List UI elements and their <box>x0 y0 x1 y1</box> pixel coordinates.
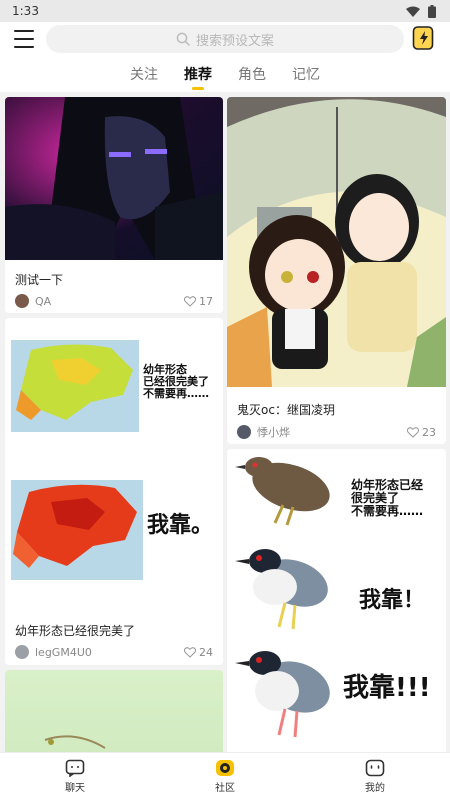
avatar[interactable] <box>237 425 251 439</box>
post-card[interactable]: 测试一下 QA 17 <box>5 97 223 313</box>
post-meta: 悸小烨 23 <box>237 424 436 440</box>
avatar[interactable] <box>15 645 29 659</box>
search-bar[interactable]: 搜索预设文案 <box>46 25 404 53</box>
nav-label: 聊天 <box>65 783 85 794</box>
search-icon <box>176 32 190 46</box>
like-count: 23 <box>422 425 436 439</box>
bird-image <box>235 651 330 738</box>
feed[interactable]: 测试一下 QA 17 鬼灭oc：继国凌玥 悸小烨 23 幼年形态 已经很完美了 … <box>0 94 450 752</box>
battery-icon <box>428 4 436 18</box>
menu-icon-line <box>14 30 34 32</box>
tab-bar: 关注 推荐 角色 记忆 <box>0 64 450 90</box>
meme-caption: 不需要再…… <box>351 504 424 518</box>
meme-caption: 不需要再…… <box>143 387 209 400</box>
post-card[interactable] <box>5 670 223 752</box>
menu-icon-line <box>14 46 34 48</box>
bottom-nav: 聊天 社区 我的 <box>0 752 450 800</box>
bird-image <box>235 457 330 526</box>
wifi-icon <box>406 6 420 17</box>
nav-label: 我的 <box>365 783 385 794</box>
nav-community[interactable]: 社区 <box>150 753 300 800</box>
profile-icon <box>365 759 385 777</box>
post-image: 幼年形态 已经很完美了 不需要再…… 我靠。 <box>5 318 223 608</box>
nav-profile[interactable]: 我的 <box>300 753 450 800</box>
meme-caption: 很完美了 <box>351 491 400 505</box>
meme-caption: 我靠!!! <box>343 673 431 703</box>
like-count: 17 <box>199 294 213 308</box>
tab-following[interactable]: 关注 <box>130 64 158 90</box>
post-image <box>227 97 446 387</box>
status-time: 1:33 <box>12 4 39 18</box>
app-header: 搜索预设文案 关注 推荐 角色 记忆 <box>0 22 450 92</box>
post-meta: legGM4U0 24 <box>15 645 213 659</box>
status-icons <box>406 4 436 18</box>
bird-image <box>235 549 328 630</box>
post-image <box>5 670 223 752</box>
like-count: 24 <box>199 645 213 659</box>
nav-chat[interactable]: 聊天 <box>0 753 150 800</box>
post-card[interactable]: 鬼灭oc：继国凌玥 悸小烨 23 <box>227 97 446 444</box>
post-card[interactable]: 幼年形态已经 很完美了 不需要再…… 我靠！ 我靠!!! <box>227 449 446 752</box>
meme-caption: 我靠！ <box>359 588 426 613</box>
post-title: 幼年形态已经很完美了 <box>15 624 136 638</box>
like-button[interactable]: 17 <box>184 295 213 308</box>
tab-memory[interactable]: 记忆 <box>292 64 320 90</box>
post-meta: QA 17 <box>15 294 213 308</box>
heart-icon <box>184 646 196 658</box>
post-image <box>5 97 223 260</box>
search-placeholder: 搜索预设文案 <box>195 33 274 49</box>
chat-icon <box>65 759 85 777</box>
meme-caption: 我靠。 <box>147 513 214 538</box>
meme-caption: 已经很完美了 <box>143 375 209 388</box>
community-icon <box>216 760 234 776</box>
create-button[interactable] <box>412 25 436 51</box>
tab-characters[interactable]: 角色 <box>238 64 266 90</box>
post-author[interactable]: legGM4U0 <box>35 646 184 659</box>
post-author[interactable]: QA <box>35 295 184 308</box>
post-image: 幼年形态已经 很完美了 不需要再…… 我靠！ 我靠!!! <box>227 449 446 752</box>
heart-icon <box>184 295 196 307</box>
nav-label: 社区 <box>215 783 235 794</box>
like-button[interactable]: 23 <box>407 426 436 439</box>
heart-icon <box>407 426 419 438</box>
post-title: 鬼灭oc：继国凌玥 <box>237 403 335 417</box>
post-author[interactable]: 悸小烨 <box>257 424 407 440</box>
tab-recommended[interactable]: 推荐 <box>184 64 212 90</box>
status-bar: 1:33 <box>0 0 450 22</box>
meme-caption: 幼年形态 <box>143 363 187 376</box>
meme-caption: 幼年形态已经 <box>351 478 424 492</box>
menu-button[interactable] <box>14 30 34 48</box>
post-card[interactable]: 幼年形态 已经很完美了 不需要再…… 我靠。 幼年形态已经很完美了 legGM4… <box>5 318 223 665</box>
post-title: 测试一下 <box>15 273 64 287</box>
avatar[interactable] <box>15 294 29 308</box>
like-button[interactable]: 24 <box>184 646 213 659</box>
menu-icon-line <box>14 38 34 40</box>
